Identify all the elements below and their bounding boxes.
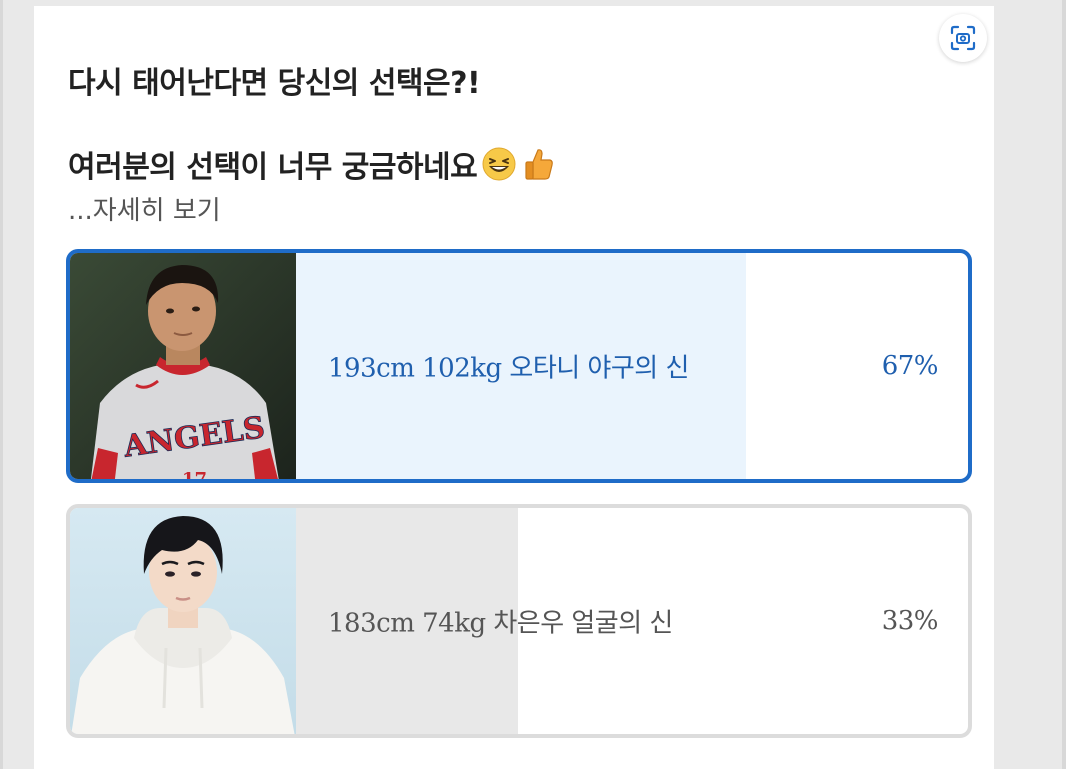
window-left-edge — [0, 0, 3, 769]
portrait-photo — [70, 508, 296, 734]
poll-option-1-percent: 67% — [881, 351, 939, 381]
poll-option-2-label: 183cm 74kg 차은우 얼굴의 신 — [328, 608, 673, 639]
svg-text:17: 17 — [182, 469, 207, 479]
poll-option-1[interactable]: ANGELS 17 193cm 102kg 오타니 야구의 신 67% — [66, 249, 972, 483]
poll-option-2-photo — [70, 508, 296, 734]
see-more-link[interactable]: ...자세히 보기 — [68, 190, 221, 227]
poll-option-2[interactable]: 183cm 74kg 차은우 얼굴의 신 33% — [66, 504, 972, 738]
thumbs-up-icon — [525, 149, 554, 180]
poll-option-2-percent: 33% — [881, 606, 939, 636]
grinning-squinting-face-icon — [482, 147, 516, 181]
image-scan-icon — [950, 25, 976, 51]
image-scan-button[interactable] — [939, 14, 987, 62]
poll-option-1-photo: ANGELS 17 — [70, 253, 296, 479]
poll-option-1-label: 193cm 102kg 오타니 야구의 신 — [328, 353, 689, 384]
post-subtitle: 여러분의 선택이 너무 궁금하네요 — [68, 142, 557, 186]
window-right-edge — [1062, 0, 1066, 769]
baseball-player-photo: ANGELS 17 — [70, 253, 296, 479]
post-subtitle-text: 여러분의 선택이 너무 궁금하네요 — [68, 150, 478, 185]
post-title: 다시 태어난다면 당신의 선택은?! — [68, 66, 481, 101]
